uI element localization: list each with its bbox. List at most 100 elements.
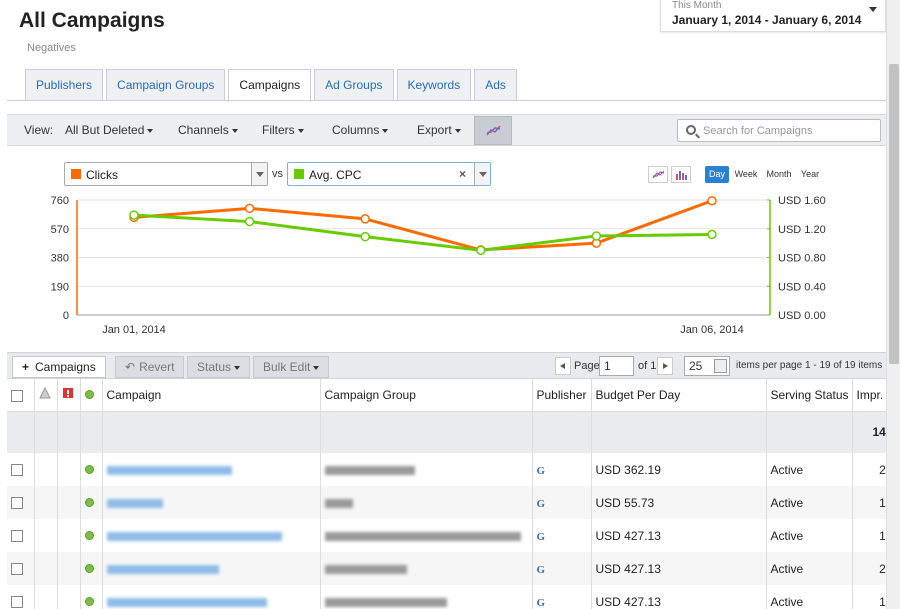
page-input[interactable]: 1 bbox=[599, 356, 634, 376]
next-page-button[interactable] bbox=[657, 357, 673, 375]
chevron-down-icon[interactable] bbox=[474, 163, 490, 185]
redacted-group bbox=[324, 531, 521, 541]
tab-publishers[interactable]: Publishers bbox=[25, 69, 104, 101]
chevron-down-icon[interactable] bbox=[251, 163, 267, 185]
budget-header[interactable]: Budget Per Day bbox=[591, 379, 767, 412]
table-row[interactable]: G USD 427.13 Active 12,5 bbox=[7, 585, 886, 609]
campaign-name[interactable] bbox=[102, 486, 321, 519]
row-checkbox[interactable] bbox=[11, 530, 23, 543]
y-left-tick-label: 760 bbox=[51, 195, 69, 207]
channels-dropdown[interactable]: Channels bbox=[178, 115, 238, 145]
serving-status-cell: Active bbox=[766, 552, 853, 585]
date-range-picker[interactable]: This Month January 1, 2014 - January 6, … bbox=[660, 0, 886, 32]
campaign-name[interactable] bbox=[102, 585, 321, 609]
tab-keywords[interactable]: Keywords bbox=[396, 69, 472, 101]
redacted-group bbox=[324, 465, 415, 475]
tab-ads[interactable]: Ads bbox=[474, 69, 517, 101]
budget-cell[interactable]: USD 427.13 bbox=[591, 585, 767, 609]
period-year[interactable]: Year bbox=[798, 166, 822, 183]
search-placeholder: Search for Campaigns bbox=[703, 125, 813, 137]
chevron-down-icon bbox=[714, 359, 727, 373]
negatives-link[interactable]: Negatives bbox=[27, 42, 76, 54]
prev-page-button[interactable] bbox=[555, 357, 571, 375]
budget-cell[interactable]: USD 427.13 bbox=[591, 519, 767, 552]
period-month[interactable]: Month bbox=[763, 166, 795, 183]
impressions-cell: 28,8 bbox=[852, 453, 886, 486]
publisher-cell: G bbox=[532, 519, 592, 552]
status-header[interactable] bbox=[80, 379, 103, 412]
scrollbar-thumb[interactable] bbox=[889, 64, 899, 364]
data-point bbox=[360, 231, 370, 242]
select-all-checkbox[interactable] bbox=[11, 389, 23, 402]
budget-cell[interactable]: USD 427.13 bbox=[591, 552, 767, 585]
redacted-campaign bbox=[106, 498, 163, 508]
per-page-select[interactable]: 25 bbox=[684, 356, 730, 376]
filters-dropdown[interactable]: Filters bbox=[262, 115, 304, 145]
line-chart-type-icon[interactable] bbox=[648, 166, 668, 183]
campaign-group[interactable] bbox=[320, 519, 533, 552]
chart-toggle-button[interactable] bbox=[474, 116, 512, 145]
status-dropdown[interactable]: Status bbox=[187, 356, 251, 378]
metric1-select[interactable]: Clicks bbox=[64, 162, 268, 186]
row-checkbox[interactable] bbox=[11, 596, 23, 609]
bulk-edit-dropdown[interactable]: Bulk Edit bbox=[253, 356, 330, 378]
export-dropdown[interactable]: Export bbox=[417, 115, 461, 145]
status-dot-icon bbox=[84, 497, 94, 507]
budget-cell[interactable]: USD 55.73 bbox=[591, 486, 767, 519]
metric2-select[interactable]: Avg. CPC × bbox=[287, 162, 491, 186]
tab-campaign-groups[interactable]: Campaign Groups bbox=[106, 69, 226, 101]
chevron-right-icon bbox=[663, 363, 668, 369]
publisher-cell: G bbox=[532, 585, 592, 609]
campaign-group[interactable] bbox=[320, 585, 533, 609]
row-checkbox[interactable] bbox=[11, 497, 23, 510]
campaign-group[interactable] bbox=[320, 552, 533, 585]
bar-chart-type-icon[interactable] bbox=[671, 166, 691, 183]
impressions-cell: 12,5 bbox=[852, 585, 886, 609]
clear-icon[interactable]: × bbox=[459, 167, 466, 181]
campaign-group-header[interactable]: Campaign Group bbox=[320, 379, 533, 412]
status-dot-icon bbox=[84, 389, 94, 399]
budget-cell[interactable]: USD 362.19 bbox=[591, 453, 767, 486]
row-checkbox[interactable] bbox=[11, 464, 23, 477]
view-dropdown[interactable]: All But Deleted bbox=[65, 115, 153, 145]
chevron-left-icon bbox=[560, 363, 565, 369]
data-point bbox=[360, 214, 370, 224]
campaign-name[interactable] bbox=[102, 552, 321, 585]
vertical-scrollbar[interactable] bbox=[886, 0, 900, 609]
warning-header[interactable] bbox=[34, 379, 58, 412]
data-point bbox=[591, 231, 602, 241]
status-dot-icon bbox=[84, 596, 94, 606]
period-week[interactable]: Week bbox=[732, 166, 760, 183]
summary-row: 146,5 bbox=[7, 411, 886, 453]
serving-status-cell: Active bbox=[766, 453, 853, 486]
alert-header[interactable] bbox=[57, 379, 81, 412]
table-row[interactable]: G USD 427.13 Active 17,5 bbox=[7, 519, 886, 552]
campaign-name[interactable] bbox=[102, 453, 321, 486]
search-input[interactable]: Search for Campaigns bbox=[677, 119, 881, 142]
redacted-campaign bbox=[106, 564, 219, 574]
columns-dropdown[interactable]: Columns bbox=[332, 115, 388, 145]
table-row[interactable]: G USD 362.19 Active 28,8 bbox=[7, 453, 886, 486]
date-range-value: January 1, 2014 - January 6, 2014 bbox=[672, 13, 862, 27]
tab-ad-groups[interactable]: Ad Groups bbox=[314, 69, 394, 101]
campaign-name[interactable] bbox=[102, 519, 321, 552]
summary-impressions: 146,5 bbox=[852, 411, 886, 453]
row-checkbox[interactable] bbox=[11, 563, 23, 576]
add-campaign-button[interactable]: + Campaigns bbox=[12, 356, 106, 378]
line-chart: 760 570 380 190 0 USD 1.60 USD 1.20 USD 0.80 USD… bbox=[51, 195, 826, 336]
tab-campaigns[interactable]: Campaigns bbox=[228, 69, 312, 102]
table-row[interactable]: G USD 55.73 Active 17,7 bbox=[7, 486, 886, 519]
impressions-header[interactable]: Impr. bbox=[852, 379, 886, 412]
serving-status-header[interactable]: Serving Status bbox=[766, 379, 853, 412]
campaign-group[interactable] bbox=[320, 486, 533, 519]
campaign-group[interactable] bbox=[320, 453, 533, 486]
period-day[interactable]: Day bbox=[705, 166, 729, 183]
publisher-header[interactable]: Publisher bbox=[532, 379, 592, 412]
campaign-header[interactable]: Campaign bbox=[102, 379, 321, 412]
clicks-swatch bbox=[71, 169, 81, 179]
search-icon bbox=[686, 125, 696, 135]
revert-button[interactable]: ↶ Revert bbox=[115, 356, 185, 378]
y-left-tick-label: 190 bbox=[51, 281, 69, 293]
table-row[interactable]: G USD 427.13 Active 20,7 bbox=[7, 552, 886, 585]
data-point bbox=[244, 203, 255, 214]
